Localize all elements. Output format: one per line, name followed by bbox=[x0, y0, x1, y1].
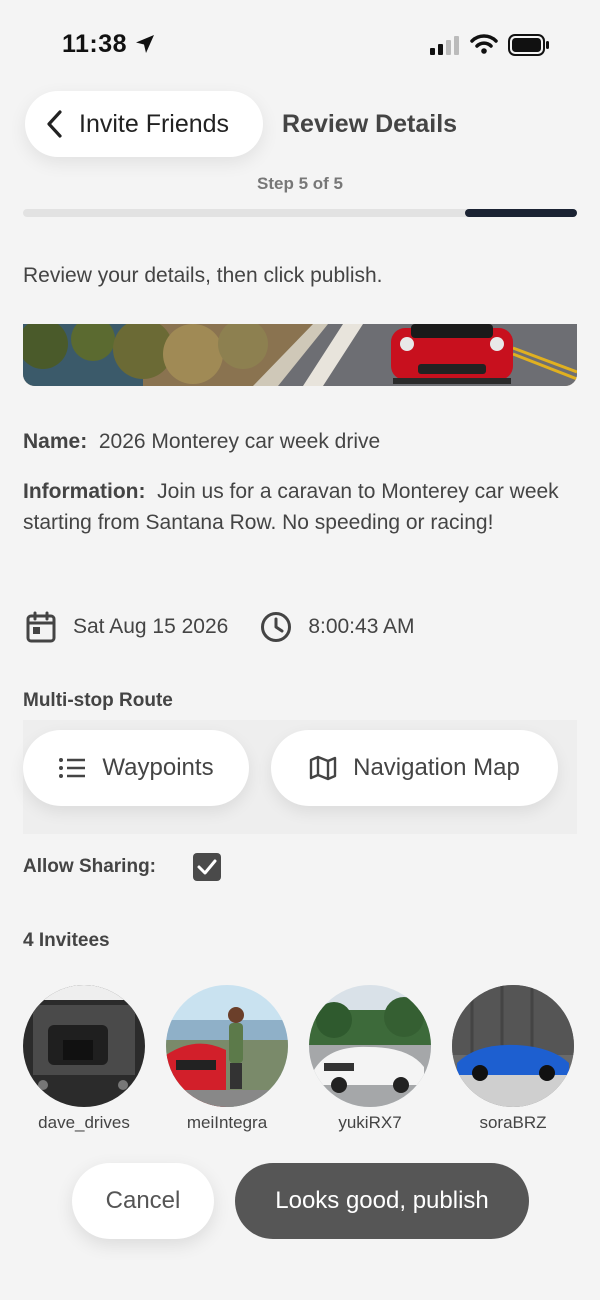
waypoints-button-label: Waypoints bbox=[102, 754, 214, 781]
event-banner-image bbox=[23, 324, 577, 386]
info-label: Information: bbox=[23, 480, 146, 503]
list-icon bbox=[59, 758, 86, 778]
avatar bbox=[23, 985, 145, 1107]
chevron-left-icon bbox=[47, 110, 62, 138]
event-time: 8:00:43 AM bbox=[308, 615, 415, 638]
step-indicator: Step 5 of 5 bbox=[257, 174, 343, 193]
cancel-button[interactable]: Cancel bbox=[72, 1163, 214, 1239]
back-button-label: Invite Friends bbox=[79, 109, 230, 138]
name-value: 2026 Monterey car week drive bbox=[98, 430, 381, 453]
invitee-item[interactable]: dave_drives bbox=[23, 985, 145, 1133]
navigation-map-button[interactable]: Navigation Map bbox=[271, 730, 558, 806]
event-name: Name: 2026 Monterey car week drive bbox=[23, 430, 380, 454]
avatar bbox=[166, 985, 288, 1107]
invitee-username: dave_drives bbox=[38, 1113, 130, 1132]
clock-icon bbox=[261, 612, 292, 642]
location-arrow-icon bbox=[136, 35, 154, 53]
date-time-row: Sat Aug 15 2026 8:00:43 AM bbox=[25, 611, 415, 643]
invitees-count-label: 4 Invitees bbox=[23, 930, 110, 951]
battery-icon bbox=[508, 34, 549, 56]
invitee-username: meiIntegra bbox=[186, 1113, 268, 1132]
name-label: Name: bbox=[23, 430, 88, 453]
navigation-map-button-label: Navigation Map bbox=[353, 754, 520, 781]
allow-sharing-label: Allow Sharing: bbox=[23, 856, 156, 877]
event-information: Information: Join us for a caravan to Mo… bbox=[23, 476, 583, 538]
wifi-icon bbox=[470, 34, 498, 54]
cellular-signal-icon bbox=[430, 36, 459, 55]
route-section-label: Multi-stop Route bbox=[23, 690, 173, 711]
map-icon bbox=[309, 755, 337, 781]
avatar bbox=[309, 985, 431, 1107]
waypoints-button[interactable]: Waypoints bbox=[23, 730, 249, 806]
publish-button[interactable]: Looks good, publish bbox=[235, 1163, 529, 1239]
invitee-username: yukiRX7 bbox=[338, 1113, 402, 1132]
status-bar: 11:38 bbox=[0, 0, 600, 90]
invitee-item[interactable]: meiIntegra bbox=[166, 985, 288, 1133]
back-button[interactable]: Invite Friends bbox=[25, 91, 263, 157]
invitee-item[interactable]: yukiRX7 bbox=[309, 985, 431, 1133]
calendar-icon bbox=[26, 611, 56, 643]
invitee-username: soraBRZ bbox=[479, 1113, 547, 1132]
allow-sharing-checkbox[interactable] bbox=[193, 853, 221, 881]
invitee-item[interactable]: soraBRZ bbox=[452, 985, 574, 1133]
page-title: Review Details bbox=[282, 110, 458, 138]
status-time: 11:38 bbox=[62, 30, 128, 58]
progress-fill bbox=[465, 209, 577, 217]
checkmark-icon bbox=[197, 859, 217, 875]
event-date: Sat Aug 15 2026 bbox=[73, 615, 229, 638]
instructions-text: Review your details, then click publish. bbox=[23, 264, 383, 287]
avatar bbox=[452, 985, 574, 1107]
